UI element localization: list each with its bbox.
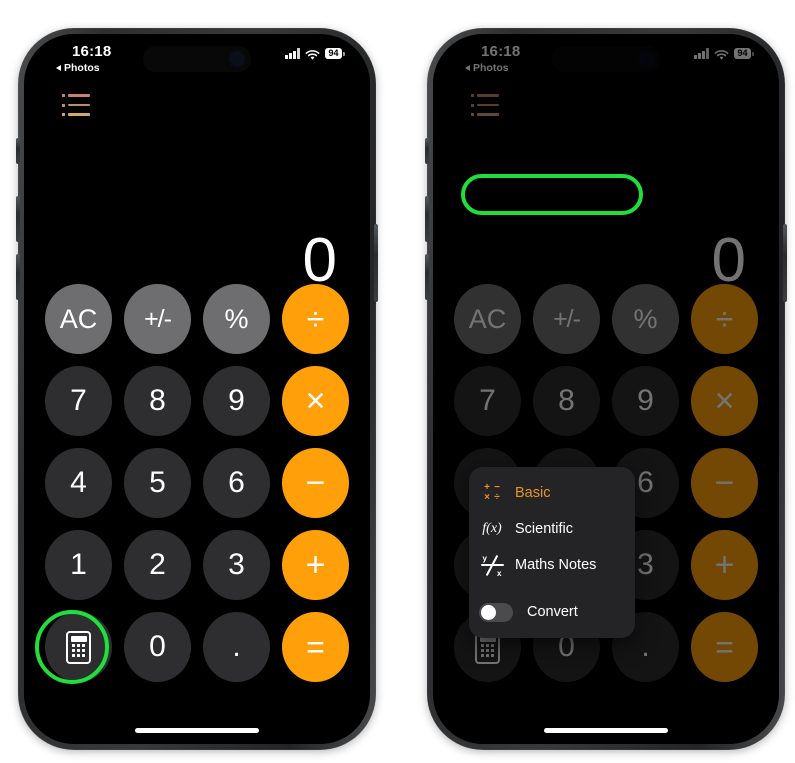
status-time: 16:18 xyxy=(481,43,521,60)
phone-right-screen: 16:18 Photos 94 0 AC +/- % ÷ 7 8 9 × 6 −… xyxy=(433,34,779,744)
power-button[interactable] xyxy=(783,224,787,302)
action-button[interactable] xyxy=(425,138,429,164)
menu-item-scientific-label: Scientific xyxy=(515,521,574,537)
screenshot-canvas: 16:18 Photos 94 0 AC +/- % ÷ 7 8 9 × 4 5… xyxy=(0,0,795,763)
key-multiply[interactable]: × xyxy=(691,366,758,436)
calculator-modes-list-icon[interactable] xyxy=(471,94,499,116)
key-equals[interactable]: = xyxy=(691,612,758,682)
cellular-signal-icon xyxy=(694,48,709,60)
calculator-display: 0 xyxy=(711,226,746,295)
volume-down-button[interactable] xyxy=(16,254,20,300)
volume-down-button[interactable] xyxy=(425,254,429,300)
wifi-icon xyxy=(714,48,729,60)
menu-item-basic-label: Basic xyxy=(515,485,551,501)
key-sign-toggle[interactable]: +/- xyxy=(533,284,600,354)
key-7[interactable]: 7 xyxy=(45,366,112,436)
volume-up-button[interactable] xyxy=(425,196,429,242)
menu-item-maths-notes[interactable]: y x Maths Notes xyxy=(469,547,635,583)
volume-up-button[interactable] xyxy=(16,196,20,242)
maths-notes-icon: y x xyxy=(480,553,504,578)
phone-right: 16:18 Photos 94 0 AC +/- % ÷ 7 8 9 × 6 −… xyxy=(425,28,787,750)
menu-item-maths-notes-label: Maths Notes xyxy=(515,557,597,573)
menu-item-scientific[interactable]: f(x) Scientific xyxy=(469,511,635,547)
status-time: 16:18 xyxy=(72,43,112,60)
key-divide[interactable]: ÷ xyxy=(282,284,349,354)
home-indicator[interactable] xyxy=(135,728,259,733)
action-button[interactable] xyxy=(16,138,20,164)
key-sign-toggle[interactable]: +/- xyxy=(124,284,191,354)
cellular-signal-icon xyxy=(285,48,300,60)
keypad-row: AC +/- % ÷ xyxy=(454,284,758,354)
keypad-row: AC +/- % ÷ xyxy=(45,284,349,354)
phone-left: 16:18 Photos 94 0 AC +/- % ÷ 7 8 9 × 4 5… xyxy=(16,28,378,750)
key-9[interactable]: 9 xyxy=(612,366,679,436)
toggle-knob xyxy=(481,604,496,620)
menu-item-basic[interactable]: + − × ÷ Basic xyxy=(469,475,635,511)
back-to-photos-link[interactable]: Photos xyxy=(56,62,100,74)
highlight-ring-maths-notes xyxy=(461,174,643,215)
back-arrow-icon xyxy=(56,65,61,71)
calculator-modes-list-icon[interactable] xyxy=(62,94,90,116)
key-multiply[interactable]: × xyxy=(282,366,349,436)
phone-left-screen: 16:18 Photos 94 0 AC +/- % ÷ 7 8 9 × 4 5… xyxy=(24,34,370,744)
battery-icon: 94 xyxy=(733,48,754,60)
key-8[interactable]: 8 xyxy=(124,366,191,436)
key-7[interactable]: 7 xyxy=(454,366,521,436)
keypad-row: 7 8 9 × xyxy=(454,366,758,436)
menu-divider xyxy=(469,583,635,592)
key-all-clear[interactable]: AC xyxy=(454,284,521,354)
keypad-row: 1 2 3 + xyxy=(45,530,349,600)
key-plus[interactable]: + xyxy=(691,530,758,600)
key-minus[interactable]: − xyxy=(282,448,349,518)
key-9[interactable]: 9 xyxy=(203,366,270,436)
menu-toggle-convert-label: Convert xyxy=(527,604,578,620)
key-6[interactable]: 6 xyxy=(203,448,270,518)
key-all-clear[interactable]: AC xyxy=(45,284,112,354)
status-indicators: 94 xyxy=(285,48,345,60)
key-divide[interactable]: ÷ xyxy=(691,284,758,354)
key-decimal[interactable]: . xyxy=(203,612,270,682)
keypad-row: 4 5 6 − xyxy=(45,448,349,518)
key-minus[interactable]: − xyxy=(691,448,758,518)
back-label: Photos xyxy=(64,62,100,74)
battery-icon: 94 xyxy=(324,48,345,60)
basic-operations-icon: + − × ÷ xyxy=(484,482,500,503)
key-percent[interactable]: % xyxy=(203,284,270,354)
calculator-keypad: AC +/- % ÷ 7 8 9 × 4 5 6 xyxy=(45,284,349,682)
key-percent[interactable]: % xyxy=(612,284,679,354)
convert-toggle-switch[interactable] xyxy=(479,602,513,622)
back-to-photos-link[interactable]: Photos xyxy=(465,62,509,74)
power-button[interactable] xyxy=(374,224,378,302)
function-fx-icon: f(x) xyxy=(482,521,502,536)
calculator-icon xyxy=(66,630,91,664)
key-equals[interactable]: = xyxy=(282,612,349,682)
key-0[interactable]: 0 xyxy=(124,612,191,682)
phone-right-bezel: 16:18 Photos 94 0 AC +/- % ÷ 7 8 9 × 6 −… xyxy=(433,34,779,744)
key-8[interactable]: 8 xyxy=(533,366,600,436)
status-bar: 16:18 Photos 94 xyxy=(24,34,370,86)
back-arrow-icon xyxy=(465,65,470,71)
key-1[interactable]: 1 xyxy=(45,530,112,600)
key-4[interactable]: 4 xyxy=(45,448,112,518)
calculator-mode-menu: + − × ÷ Basic f(x) Scientific y x Maths … xyxy=(469,467,635,638)
back-label: Photos xyxy=(473,62,509,74)
key-3[interactable]: 3 xyxy=(203,530,270,600)
menu-toggle-convert[interactable]: Convert xyxy=(469,595,635,629)
wifi-icon xyxy=(305,48,320,60)
status-bar: 16:18 Photos 94 xyxy=(433,34,779,86)
status-indicators: 94 xyxy=(694,48,754,60)
phone-left-bezel: 16:18 Photos 94 0 AC +/- % ÷ 7 8 9 × 4 5… xyxy=(24,34,370,744)
key-calculator-mode[interactable] xyxy=(45,612,112,682)
keypad-row: 0 . = xyxy=(45,612,349,682)
key-5[interactable]: 5 xyxy=(124,448,191,518)
home-indicator[interactable] xyxy=(544,728,668,733)
calculator-display: 0 xyxy=(302,226,337,295)
keypad-row: 7 8 9 × xyxy=(45,366,349,436)
key-plus[interactable]: + xyxy=(282,530,349,600)
key-2[interactable]: 2 xyxy=(124,530,191,600)
